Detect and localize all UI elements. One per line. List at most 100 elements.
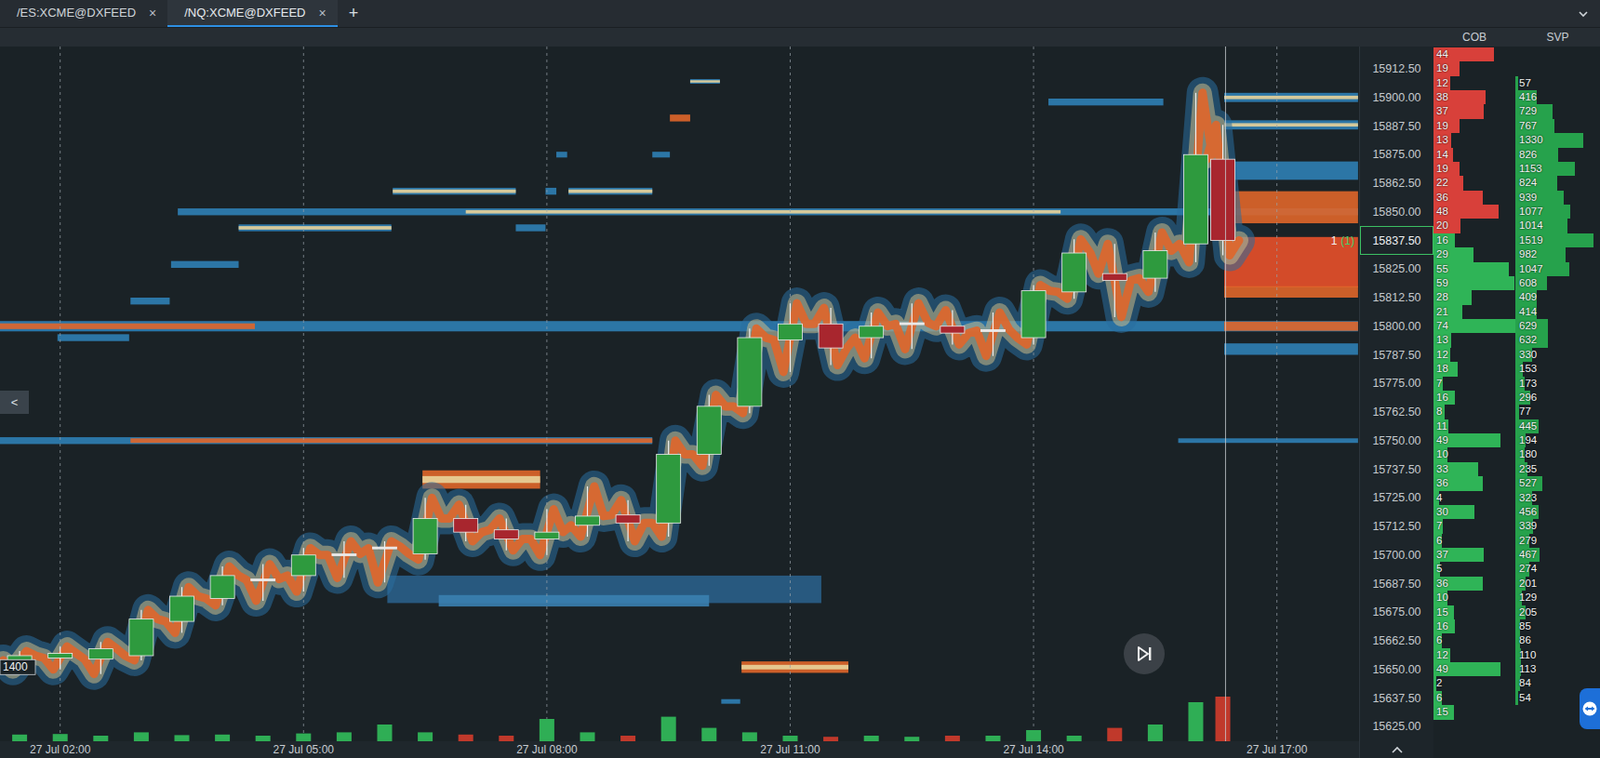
- liquidity-band: [669, 114, 691, 121]
- svp-row: 729: [1515, 104, 1600, 119]
- volume-bar: [985, 735, 1000, 742]
- cob-row: 15: [1433, 605, 1516, 620]
- time-label: 27 Jul 08:00: [516, 743, 578, 757]
- cob-row: 6: [1433, 633, 1516, 648]
- chevron-up-icon[interactable]: [1390, 745, 1404, 755]
- liquidity-band: [1224, 95, 1359, 100]
- volume-bar: [458, 734, 474, 742]
- price-label: 15912.50: [1360, 54, 1434, 84]
- collapse-button[interactable]: <: [0, 390, 29, 414]
- price-axis[interactable]: 15912.5015900.0015887.5015875.0015862.50…: [1359, 46, 1434, 758]
- candle: [696, 395, 721, 467]
- svp-row: 982: [1515, 247, 1600, 262]
- svp-row: 296: [1515, 390, 1600, 405]
- candle: [210, 566, 235, 606]
- svp-row: 416: [1515, 90, 1600, 105]
- remote-support-badge[interactable]: [1579, 688, 1600, 730]
- price-label: 15687.50: [1360, 569, 1434, 599]
- liquidity-band: [439, 595, 710, 607]
- tab-close-button[interactable]: ×: [148, 5, 157, 21]
- cob-row: 15: [1433, 705, 1516, 720]
- volume-bar: [255, 735, 271, 742]
- cob-row: 10: [1433, 447, 1516, 462]
- liquidity-band: [1224, 191, 1359, 224]
- liquidity-band: [741, 665, 849, 670]
- tab-bar: /ES:XCME@DXFEED×/NQ:XCME@DXFEED×+: [0, 0, 1600, 28]
- liquidity-band: [239, 224, 392, 231]
- svp-row: 1014: [1515, 218, 1600, 233]
- cob-row: 10: [1433, 590, 1516, 605]
- svp-header: SVP: [1515, 27, 1600, 47]
- volume-bar: [1147, 724, 1163, 742]
- volume-bar: [661, 717, 677, 742]
- heatmap-chart[interactable]: 14001(1)<: [0, 46, 1360, 742]
- tab-close-button[interactable]: ×: [318, 5, 326, 21]
- price-label: 15837.50: [1360, 226, 1434, 255]
- liquidity-band: [568, 187, 653, 195]
- liquidity-band: [1224, 93, 1359, 103]
- volume-bar: [336, 732, 352, 742]
- volume-bar: [498, 735, 514, 742]
- liquidity-band: [1224, 343, 1359, 355]
- order-marker: 1(1): [1331, 234, 1355, 248]
- liquidity-band: [568, 189, 653, 194]
- cob-row: 38: [1433, 90, 1516, 105]
- cob-row: 19: [1433, 61, 1516, 76]
- candle: [777, 303, 802, 373]
- cob-row: 18: [1433, 361, 1516, 376]
- price-label: 15662.50: [1360, 626, 1434, 656]
- candle: [737, 328, 762, 414]
- time-label: 27 Jul 02:00: [29, 743, 92, 757]
- price-label: 15775.00: [1360, 369, 1434, 399]
- liquidity-band: [1178, 438, 1359, 443]
- svp-row: 77: [1515, 404, 1600, 419]
- volume-bar: [1215, 696, 1231, 742]
- price-label: 15750.00: [1360, 426, 1434, 455]
- candle: [1102, 243, 1127, 318]
- trade-trail-mid: [3, 93, 1240, 675]
- candle: [291, 547, 316, 592]
- candle: [332, 541, 357, 578]
- candle: [534, 509, 560, 556]
- liquidity-band: [690, 79, 720, 84]
- cob-row: 49: [1433, 662, 1516, 677]
- liquidity-band: [0, 320, 1359, 332]
- price-label: 15650.00: [1360, 654, 1434, 684]
- svp-row: 85: [1515, 619, 1600, 634]
- cob-row: 7: [1433, 376, 1516, 391]
- svp-row: 205: [1515, 605, 1600, 620]
- price-label: 15862.50: [1360, 169, 1434, 199]
- candle: [1211, 124, 1236, 255]
- candle: [129, 610, 154, 661]
- cob-row: 20: [1433, 218, 1516, 233]
- time-grid-line: [789, 46, 791, 742]
- svp-row: 57: [1515, 76, 1600, 91]
- svp-row: 339: [1515, 519, 1600, 534]
- svp-row: 194: [1515, 433, 1600, 448]
- cob-row: 12: [1433, 347, 1516, 362]
- new-tab-button[interactable]: +: [337, 0, 371, 27]
- cob-row: 55: [1433, 262, 1516, 277]
- svp-row: 129: [1515, 590, 1600, 605]
- tab[interactable]: /ES:XCME@DXFEED×: [0, 0, 168, 27]
- cob-row: 12: [1433, 648, 1516, 663]
- tab[interactable]: /NQ:XCME@DXFEED×: [167, 0, 337, 27]
- volume-bar: [417, 732, 433, 742]
- liquidity-band: [0, 323, 255, 330]
- time-grid-line: [303, 46, 305, 742]
- chevron-down-icon[interactable]: [1575, 6, 1591, 22]
- liquidity-band: [515, 224, 546, 231]
- svp-row: 274: [1515, 561, 1600, 576]
- cob-row: 22: [1433, 175, 1516, 190]
- candle: [413, 497, 438, 560]
- cob-row: 16: [1433, 619, 1516, 634]
- candle: [1021, 284, 1046, 345]
- volume-bar: [864, 735, 880, 742]
- liquidity-band: [1224, 122, 1359, 127]
- liquidity-band: [239, 226, 392, 230]
- svp-row: 113: [1515, 662, 1600, 677]
- svp-row: 180: [1515, 447, 1600, 462]
- candle: [980, 312, 1005, 357]
- replay-button[interactable]: [1123, 633, 1165, 675]
- candle: [899, 303, 924, 349]
